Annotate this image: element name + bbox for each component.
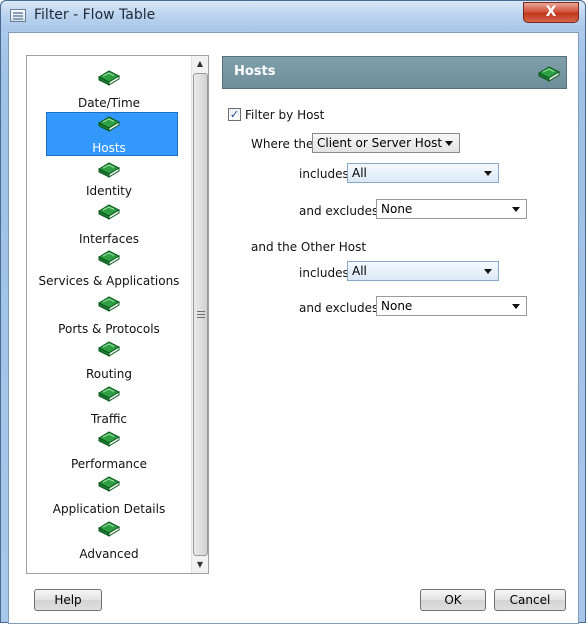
close-button[interactable]: X — [523, 2, 579, 23]
filter-by-host-label: Filter by Host — [245, 108, 325, 122]
and-excludes-label: and excludes — [299, 301, 379, 315]
nav-item-routing[interactable]: Routing — [27, 339, 191, 383]
nav-item-services-applications[interactable]: Services & Applications — [27, 248, 191, 292]
category-nav-panel: Date/Time Hosts Identity Interfaces Serv… — [26, 55, 209, 574]
chevron-down-icon — [484, 269, 492, 274]
where-the-label: Where the — [251, 137, 314, 151]
and-excludes-label: and excludes — [299, 204, 379, 218]
nav-item-label: Ports & Protocols — [58, 322, 160, 336]
chevron-down-icon — [445, 141, 453, 146]
green-book-icon — [98, 431, 120, 447]
includes-select-1[interactable]: All — [347, 163, 499, 183]
window-title: Filter - Flow Table — [34, 7, 156, 23]
includes-label: includes — [299, 266, 349, 280]
nav-item-label: Interfaces — [79, 232, 139, 246]
nav-item-label: Services & Applications — [38, 274, 180, 288]
includes-select-value: All — [352, 166, 367, 180]
chevron-down-icon — [512, 304, 520, 309]
includes-select-2[interactable]: All — [347, 261, 499, 281]
cancel-button[interactable]: Cancel — [494, 589, 566, 611]
nav-item-label: Application Details — [52, 502, 166, 516]
nav-item-label: Advanced — [79, 547, 139, 561]
ok-button[interactable]: OK — [420, 589, 486, 611]
nav-item-ports-protocols[interactable]: Ports & Protocols — [27, 294, 191, 338]
nav-item-label: Routing — [85, 367, 132, 381]
includes-select-value: All — [352, 264, 367, 278]
nav-item-label: Traffic — [90, 412, 128, 426]
green-book-icon — [98, 204, 120, 220]
nav-scrollbar[interactable]: ▲ ▼ — [191, 56, 208, 573]
excludes-select-value: None — [381, 202, 413, 216]
nav-item-label: Performance — [70, 457, 148, 471]
green-book-icon — [98, 386, 120, 402]
host-type-select-value: Client or Server Host — [317, 136, 443, 150]
nav-item-date-time[interactable]: Date/Time — [27, 68, 191, 112]
green-book-icon — [98, 476, 120, 492]
section-title: Hosts — [234, 64, 276, 79]
section-header: Hosts — [222, 56, 567, 89]
scroll-thumb[interactable] — [193, 73, 208, 556]
chevron-down-icon — [484, 171, 492, 176]
green-book-icon — [98, 70, 120, 86]
green-book-icon — [98, 521, 120, 537]
includes-label: includes — [299, 167, 349, 181]
nav-item-label: Hosts — [92, 141, 126, 155]
chevron-down-icon — [512, 207, 520, 212]
green-book-icon — [538, 66, 560, 82]
nav-item-application-details[interactable]: Application Details — [27, 474, 191, 518]
window-icon — [10, 9, 26, 22]
category-list: Date/Time Hosts Identity Interfaces Serv… — [27, 56, 191, 573]
green-book-icon — [98, 162, 120, 178]
nav-item-interfaces[interactable]: Interfaces — [27, 202, 191, 246]
help-button[interactable]: Help — [34, 589, 102, 611]
green-book-icon — [98, 250, 120, 266]
excludes-select-value: None — [381, 299, 413, 313]
green-book-icon — [98, 341, 120, 357]
scroll-down-arrow-icon[interactable]: ▼ — [192, 557, 208, 573]
nav-item-hosts[interactable]: Hosts — [27, 112, 191, 156]
excludes-select-1[interactable]: None — [376, 199, 527, 219]
title-bar[interactable]: Filter - Flow Table X — [1, 1, 585, 31]
nav-item-identity[interactable]: Identity — [27, 160, 191, 204]
nav-item-performance[interactable]: Performance — [27, 429, 191, 473]
nav-item-advanced[interactable]: Advanced — [27, 519, 191, 563]
nav-item-traffic[interactable]: Traffic — [27, 384, 191, 428]
excludes-select-2[interactable]: None — [376, 296, 527, 316]
nav-item-label: Identity — [86, 184, 132, 198]
host-type-select[interactable]: Client or Server Host — [312, 133, 460, 153]
scroll-up-arrow-icon[interactable]: ▲ — [192, 56, 208, 72]
green-book-icon — [98, 116, 120, 132]
nav-item-label: Date/Time — [77, 96, 141, 110]
scroll-grip-icon — [197, 311, 205, 318]
filter-by-host-checkbox[interactable]: ✓ — [228, 108, 241, 121]
green-book-icon — [98, 296, 120, 312]
other-host-label: and the Other Host — [251, 240, 367, 254]
